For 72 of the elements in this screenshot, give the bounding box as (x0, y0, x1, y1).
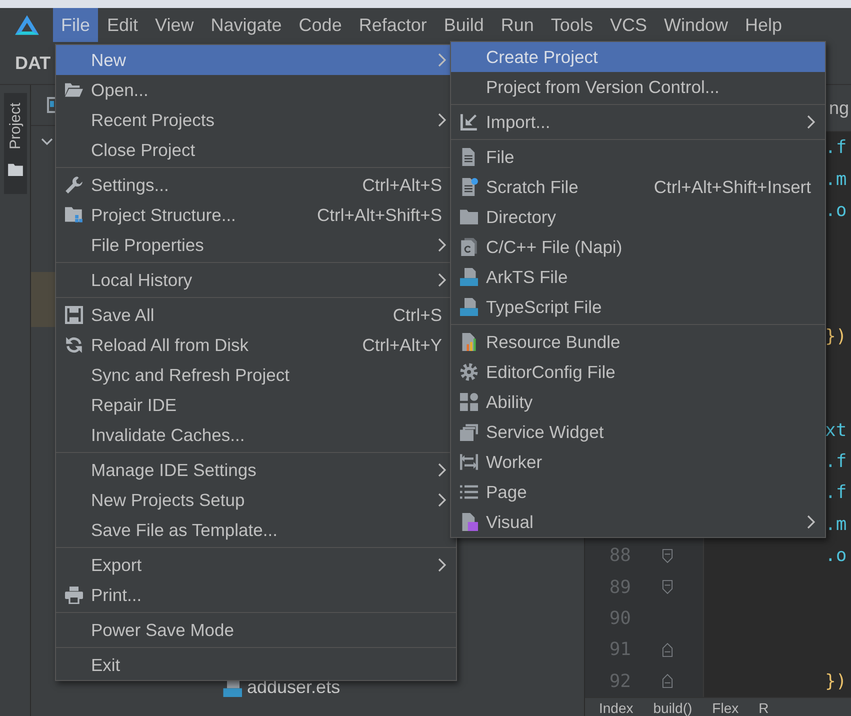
folder-icon (460, 208, 478, 226)
menu-item[interactable]: Visual (451, 507, 825, 537)
menu-item[interactable]: Print... (56, 580, 456, 610)
code-text: }) (825, 670, 847, 692)
import-arrow-icon (460, 113, 478, 131)
menu-bar-item[interactable]: Window (656, 8, 736, 42)
menu-bar-item[interactable]: Refactor (350, 8, 435, 42)
chevron-down-icon[interactable] (41, 138, 53, 146)
folder-grid-icon (64, 206, 82, 224)
fold-marker-icon[interactable] (662, 548, 672, 564)
code-text: .m (825, 168, 847, 190)
code-text: .f (825, 451, 847, 472)
code-text: .m (825, 514, 847, 535)
menu-bar-item[interactable]: Code (290, 8, 350, 42)
breadcrumb-item[interactable]: Index (599, 700, 634, 716)
project-title: DAT (15, 52, 51, 74)
refresh-icon (64, 336, 82, 354)
stacked-cards-icon (460, 423, 478, 441)
code-text: .o (825, 200, 847, 221)
menu-item[interactable]: Project from Version Control... (451, 72, 825, 102)
code-text: }) (825, 326, 847, 347)
fold-marker-icon[interactable] (662, 579, 672, 596)
menu-item[interactable]: Import... (451, 107, 825, 137)
grid-icon (460, 393, 478, 411)
code-text: .f (825, 137, 847, 158)
menu-item[interactable]: EditorConfig File (451, 357, 825, 387)
menu-bar-item[interactable]: Run (492, 8, 542, 42)
menu-bar-item[interactable]: Navigate (202, 8, 290, 42)
breadcrumb-item[interactable]: Flex (712, 700, 739, 716)
code-document-icon (460, 238, 478, 256)
menu-bar-item[interactable]: File (53, 8, 98, 42)
menu-item[interactable]: Power Save Mode (56, 615, 456, 645)
code-text: .o (825, 545, 847, 566)
menu-item[interactable]: Scratch File Ctrl+Alt+Shift+Insert (451, 172, 825, 202)
code-text: xt (825, 420, 847, 441)
printer-icon (64, 586, 82, 604)
breadcrumb-item[interactable]: R (758, 700, 769, 716)
triangle-logo-icon (14, 14, 40, 36)
menu-bar-item[interactable]: VCS (602, 8, 655, 42)
open-folder-icon (64, 81, 82, 99)
tagged-document-icon (460, 298, 478, 316)
fold-marker-icon[interactable] (662, 673, 672, 690)
code-text: .f (825, 482, 847, 504)
menu-item[interactable]: C/C++ File (Napi) (451, 232, 825, 262)
chart-document-icon (460, 333, 478, 351)
wrench-icon (64, 176, 82, 194)
menu-item[interactable]: Service Widget (451, 417, 825, 447)
menu-bar-item[interactable]: Edit (99, 8, 146, 42)
menu-item[interactable]: Directory (451, 202, 825, 232)
menu-item[interactable]: Page (451, 477, 825, 507)
folder-icon (8, 163, 23, 176)
menu-item[interactable]: File (451, 142, 825, 172)
editor-tab[interactable]: ng (828, 98, 851, 118)
fold-marker-icon[interactable] (662, 642, 672, 658)
swap-arrows-icon (460, 453, 478, 471)
list-icon (460, 483, 478, 501)
menu-item[interactable]: Export (56, 550, 456, 580)
menu-item[interactable]: TypeScript File (451, 292, 825, 322)
menu-item[interactable]: Worker (451, 447, 825, 477)
menu-item[interactable]: Ability (451, 387, 825, 417)
menu-bar-item[interactable]: Build (436, 8, 492, 42)
project-tool-tab[interactable]: Project (4, 93, 27, 194)
badge-document-icon (460, 513, 478, 531)
tagged-document-icon (460, 268, 478, 286)
menu-item[interactable]: Create Project (451, 42, 825, 72)
breadcrumb-item[interactable]: build() (653, 700, 692, 716)
menu-bar-item[interactable]: Help (737, 8, 790, 42)
menu-item[interactable]: Resource Bundle (451, 327, 825, 357)
document-icon (460, 148, 478, 166)
gear-icon (460, 363, 478, 381)
menu-bar-item[interactable]: View (147, 8, 202, 42)
menu-bar-item[interactable]: Tools (542, 8, 601, 42)
